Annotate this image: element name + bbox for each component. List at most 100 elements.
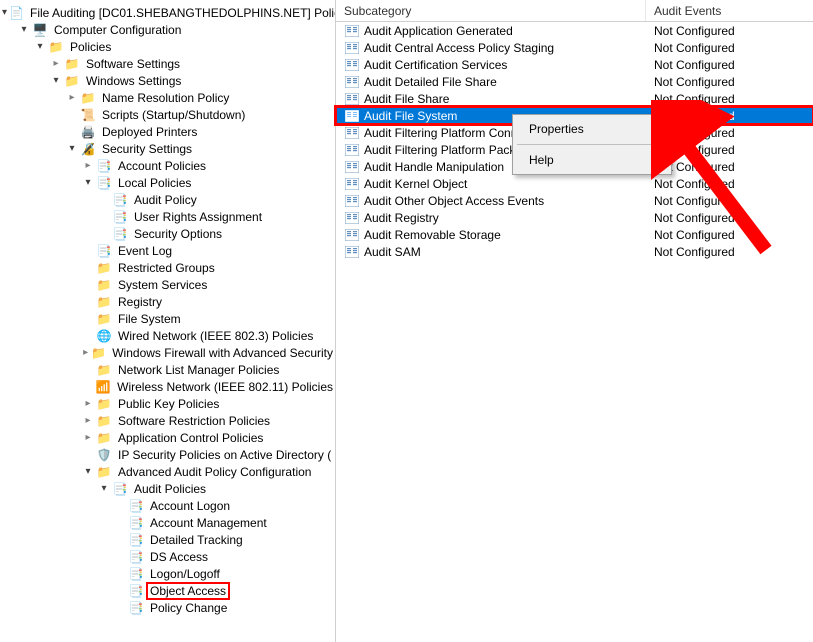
expander-icon[interactable] bbox=[98, 483, 110, 495]
list-row[interactable]: Audit Certification ServicesNot Configur… bbox=[336, 56, 813, 73]
tree-node-account-management[interactable]: 📑 Account Management bbox=[0, 514, 335, 531]
tree-node-object-access[interactable]: 📑 Object Access bbox=[0, 582, 335, 599]
list-row[interactable]: Audit File ShareNot Configured bbox=[336, 90, 813, 107]
cell-subcategory: Audit Kernel Object bbox=[364, 177, 467, 191]
tree-label: Wired Network (IEEE 802.3) Policies bbox=[116, 329, 315, 343]
expander-icon[interactable] bbox=[18, 24, 30, 36]
cell-audit-events: Not Configured bbox=[646, 58, 813, 72]
tree-label: Policies bbox=[68, 40, 113, 54]
tree-node-public-key[interactable]: 📁 Public Key Policies bbox=[0, 395, 335, 412]
tree-node-software-settings[interactable]: 📁 Software Settings bbox=[0, 55, 335, 72]
tree-node-account-policies[interactable]: 📑 Account Policies bbox=[0, 157, 335, 174]
tree-label: Public Key Policies bbox=[116, 397, 221, 411]
cell-subcategory: Audit Removable Storage bbox=[364, 228, 501, 242]
tree-node-audit-policies[interactable]: 📑 Audit Policies bbox=[0, 480, 335, 497]
tree-node-account-logon[interactable]: 📑 Account Logon bbox=[0, 497, 335, 514]
list-row[interactable]: Audit Other Object Access EventsNot Conf… bbox=[336, 192, 813, 209]
policy-group-icon: 📑 bbox=[96, 175, 112, 191]
tree-node-software-restriction[interactable]: 📁 Software Restriction Policies bbox=[0, 412, 335, 429]
list-row[interactable]: Audit SAMNot Configured bbox=[336, 243, 813, 260]
tree-node-event-log[interactable]: 📑 Event Log bbox=[0, 242, 335, 259]
tree-node-deployed-printers[interactable]: 🖨️ Deployed Printers bbox=[0, 123, 335, 140]
cell-audit-events: Not Configured bbox=[646, 194, 813, 208]
tree-label: Policy Change bbox=[148, 601, 229, 615]
cell-audit-events: Not Configured bbox=[646, 41, 813, 55]
tree-node-local-policies[interactable]: 📑 Local Policies bbox=[0, 174, 335, 191]
audit-item-icon bbox=[344, 245, 360, 259]
expander-icon[interactable] bbox=[34, 41, 46, 53]
tree-node-registry[interactable]: 📁 Registry bbox=[0, 293, 335, 310]
tree-node-policy-change[interactable]: 📑 Policy Change bbox=[0, 599, 335, 616]
tree-node-security-options[interactable]: 📑 Security Options bbox=[0, 225, 335, 242]
expander-icon[interactable] bbox=[82, 466, 94, 478]
expander-icon[interactable] bbox=[50, 58, 62, 70]
expander-icon[interactable] bbox=[82, 160, 94, 172]
context-menu-item-help[interactable]: Help bbox=[515, 148, 669, 172]
list-row[interactable]: Audit RegistryNot Configured bbox=[336, 209, 813, 226]
folder-icon: 📁 bbox=[64, 73, 80, 89]
policy-icon: 📑 bbox=[112, 226, 128, 242]
tree-node-file-system[interactable]: 📁 File System bbox=[0, 310, 335, 327]
list-row[interactable]: Audit Central Access Policy StagingNot C… bbox=[336, 39, 813, 56]
tree-node-user-rights[interactable]: 📑 User Rights Assignment bbox=[0, 208, 335, 225]
context-menu-item-properties[interactable]: Properties bbox=[515, 117, 669, 141]
tree-node-windows-firewall[interactable]: 📁 Windows Firewall with Advanced Securit… bbox=[0, 344, 335, 361]
tree-node-network-list[interactable]: 📁 Network List Manager Policies bbox=[0, 361, 335, 378]
tree-node-root[interactable]: 📄 File Auditing [DC01.SHEBANGTHEDOLPHINS… bbox=[0, 4, 335, 21]
cell-subcategory: Audit Handle Manipulation bbox=[364, 160, 504, 174]
tree-node-windows-settings[interactable]: 📁 Windows Settings bbox=[0, 72, 335, 89]
tree-node-application-control[interactable]: 📁 Application Control Policies bbox=[0, 429, 335, 446]
tree-label: IP Security Policies on Active Directory… bbox=[116, 448, 333, 462]
column-header-subcategory[interactable]: Subcategory bbox=[336, 0, 646, 21]
context-menu-separator bbox=[517, 144, 667, 145]
expander-icon[interactable] bbox=[82, 415, 94, 427]
tree-node-logon-logoff[interactable]: 📑 Logon/Logoff bbox=[0, 565, 335, 582]
tree-node-system-services[interactable]: 📁 System Services bbox=[0, 276, 335, 293]
tree-node-ds-access[interactable]: 📑 DS Access bbox=[0, 548, 335, 565]
audit-item-icon bbox=[344, 75, 360, 89]
expander-icon[interactable] bbox=[50, 75, 62, 87]
folder-icon: 📁 bbox=[96, 464, 112, 480]
wireless-icon: 📶 bbox=[96, 379, 112, 395]
tree-node-security-settings[interactable]: 🔏 Security Settings bbox=[0, 140, 335, 157]
tree-label-highlighted: Object Access bbox=[146, 582, 230, 600]
shield-icon: 🔏 bbox=[80, 141, 96, 157]
tree-node-detailed-tracking[interactable]: 📑 Detailed Tracking bbox=[0, 531, 335, 548]
column-header-audit-events[interactable]: Audit Events bbox=[646, 0, 813, 21]
expander-icon[interactable] bbox=[82, 398, 94, 410]
expander-icon[interactable] bbox=[2, 7, 7, 19]
list-row[interactable]: Audit Removable StorageNot Configured bbox=[336, 226, 813, 243]
tree-node-ip-security[interactable]: 🛡️ IP Security Policies on Active Direct… bbox=[0, 446, 335, 463]
audit-item-icon bbox=[344, 177, 360, 191]
expander-icon[interactable] bbox=[82, 432, 94, 444]
tree-node-policies[interactable]: 📁 Policies bbox=[0, 38, 335, 55]
tree-label: Wireless Network (IEEE 802.11) Policies bbox=[115, 380, 335, 394]
list-row[interactable]: Audit Kernel ObjectNot Configured bbox=[336, 175, 813, 192]
script-icon: 📜 bbox=[80, 107, 96, 123]
list-row[interactable]: Audit Detailed File ShareNot Configured bbox=[336, 73, 813, 90]
tree-label: DS Access bbox=[148, 550, 210, 564]
tree-node-audit-policy[interactable]: 📑 Audit Policy bbox=[0, 191, 335, 208]
tree-label: Software Settings bbox=[84, 57, 182, 71]
tree-label: Event Log bbox=[116, 244, 174, 258]
network-icon: 🌐 bbox=[96, 328, 112, 344]
context-menu-label: Properties bbox=[529, 122, 584, 136]
tree-node-restricted-groups[interactable]: 📁 Restricted Groups bbox=[0, 259, 335, 276]
tree-label: Detailed Tracking bbox=[148, 533, 245, 547]
folder-icon: 📁 bbox=[96, 362, 112, 378]
cell-subcategory: Audit SAM bbox=[364, 245, 421, 259]
tree-node-advanced-audit[interactable]: 📁 Advanced Audit Policy Configuration bbox=[0, 463, 335, 480]
category-icon: 📑 bbox=[128, 566, 144, 582]
tree-node-name-resolution[interactable]: 📁 Name Resolution Policy bbox=[0, 89, 335, 106]
expander-icon[interactable] bbox=[82, 347, 89, 359]
tree-label: Advanced Audit Policy Configuration bbox=[116, 465, 313, 479]
tree-node-wireless-network[interactable]: 📶 Wireless Network (IEEE 802.11) Policie… bbox=[0, 378, 335, 395]
tree-node-scripts[interactable]: 📜 Scripts (Startup/Shutdown) bbox=[0, 106, 335, 123]
list-row[interactable]: Audit Application GeneratedNot Configure… bbox=[336, 22, 813, 39]
expander-icon[interactable] bbox=[66, 92, 78, 104]
expander-icon[interactable] bbox=[66, 143, 78, 155]
tree-node-computer-config[interactable]: 🖥️ Computer Configuration bbox=[0, 21, 335, 38]
tree-node-wired-network[interactable]: 🌐 Wired Network (IEEE 802.3) Policies bbox=[0, 327, 335, 344]
policy-icon: 📑 bbox=[112, 209, 128, 225]
expander-icon[interactable] bbox=[82, 177, 94, 189]
